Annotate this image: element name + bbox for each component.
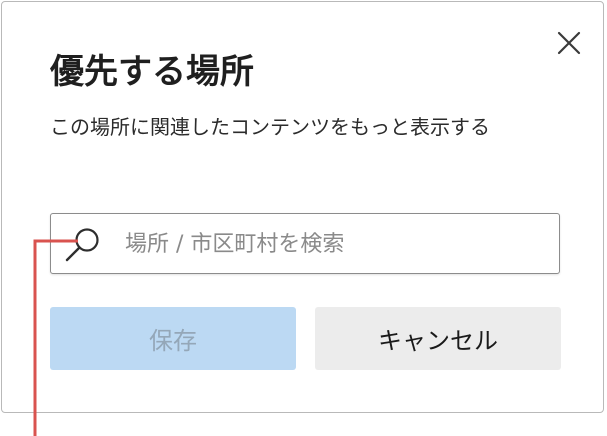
- preferred-location-dialog: 優先する場所 この場所に関連したコンテンツをもっと表示する 保存 キャンセル: [1, 1, 604, 413]
- dialog-title: 優先する場所: [50, 52, 254, 92]
- dialog-description: この場所に関連したコンテンツをもっと表示する: [50, 115, 490, 139]
- search-box[interactable]: [50, 213, 560, 274]
- save-button[interactable]: 保存: [50, 307, 296, 370]
- location-search-input[interactable]: [125, 224, 545, 264]
- search-icon: [65, 228, 99, 262]
- cancel-button[interactable]: キャンセル: [315, 307, 561, 370]
- close-icon: [557, 31, 581, 55]
- close-button[interactable]: [554, 28, 584, 58]
